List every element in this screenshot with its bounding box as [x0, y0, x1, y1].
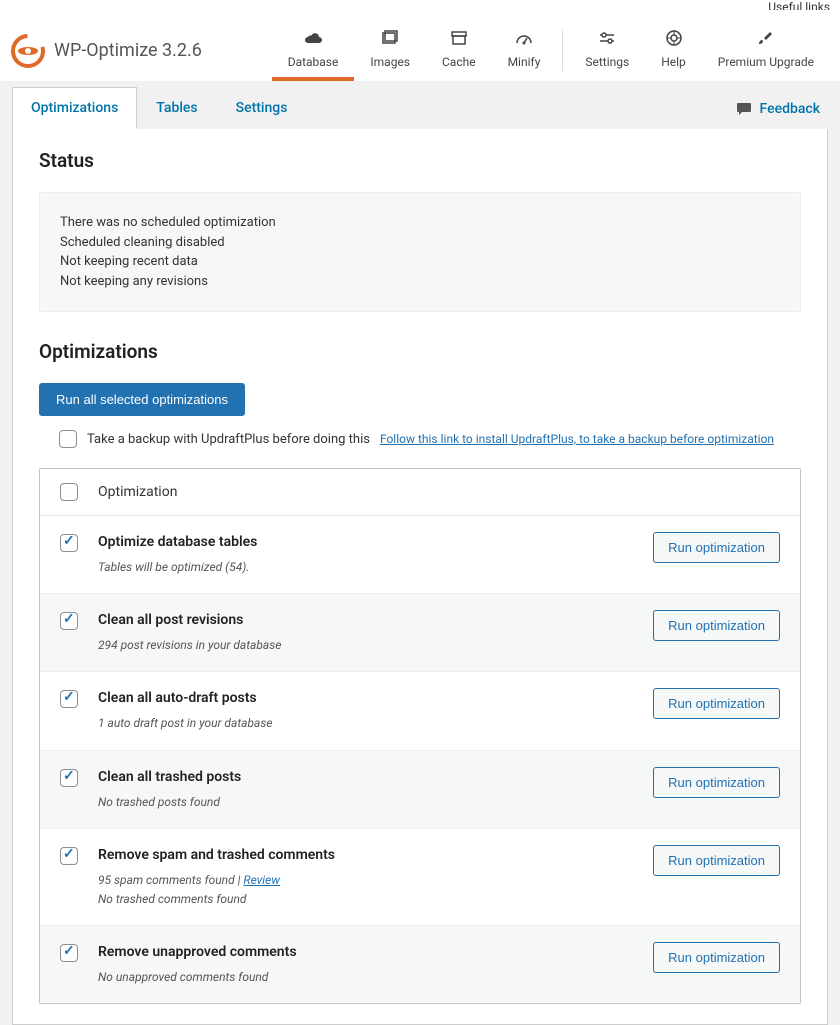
row-title: Remove spam and trashed comments [98, 847, 633, 863]
table-row: Clean all trashed posts No trashed posts… [40, 751, 800, 829]
table-row: Remove spam and trashed comments 95 spam… [40, 829, 800, 926]
row-checkbox[interactable] [60, 534, 78, 552]
run-optimization-button[interactable]: Run optimization [653, 688, 780, 719]
row-title: Clean all auto-draft posts [98, 690, 633, 706]
row-desc: 95 spam comments found | Review [98, 871, 633, 890]
run-optimization-button[interactable]: Run optimization [653, 845, 780, 876]
status-line: Not keeping any revisions [60, 272, 780, 292]
brand: WP-Optimize 3.2.6 [10, 33, 202, 69]
nav-tab-premium[interactable]: Premium Upgrade [702, 20, 830, 81]
nav-separator [562, 30, 563, 71]
row-checkbox[interactable] [60, 944, 78, 962]
row-desc: Tables will be optimized (54). [98, 558, 633, 577]
row-checkbox[interactable] [60, 769, 78, 787]
header-label: Optimization [98, 484, 177, 500]
nav-tab-help[interactable]: Help [645, 20, 702, 81]
run-optimization-button[interactable]: Run optimization [653, 532, 780, 563]
status-heading: Status [39, 149, 801, 172]
table-row: Clean all post revisions 294 post revisi… [40, 594, 800, 672]
sub-tab-optimizations[interactable]: Optimizations [12, 87, 137, 129]
optimizations-heading: Optimizations [39, 340, 801, 363]
feedback-link[interactable]: Feedback [728, 89, 828, 129]
archive-icon [449, 30, 469, 51]
status-line: Scheduled cleaning disabled [60, 233, 780, 253]
brand-title: WP-Optimize 3.2.6 [54, 40, 202, 61]
review-link[interactable]: Review [243, 873, 280, 887]
images-icon [380, 30, 400, 51]
run-optimization-button[interactable]: Run optimization [653, 942, 780, 973]
nav-tab-cache[interactable]: Cache [426, 20, 492, 81]
row-checkbox[interactable] [60, 847, 78, 865]
sub-tab-tables[interactable]: Tables [137, 87, 216, 129]
table-row: Clean all auto-draft posts 1 auto draft … [40, 672, 800, 750]
run-optimization-button[interactable]: Run optimization [653, 610, 780, 641]
sub-tabs: Optimizations Tables Settings Feedback [0, 87, 840, 129]
nav-tab-images[interactable]: Images [354, 20, 426, 81]
row-checkbox[interactable] [60, 690, 78, 708]
status-line: There was no scheduled optimization [60, 213, 780, 233]
status-line: Not keeping recent data [60, 252, 780, 272]
row-title: Optimize database tables [98, 534, 633, 550]
select-all-checkbox[interactable] [60, 483, 78, 501]
sub-tab-settings[interactable]: Settings [217, 87, 307, 129]
backup-link[interactable]: Follow this link to install UpdraftPlus,… [380, 432, 774, 446]
row-desc: No unapproved comments found [98, 968, 633, 987]
row-title: Clean all trashed posts [98, 769, 633, 785]
cloud-icon [303, 30, 323, 51]
sliders-icon [597, 30, 617, 51]
run-all-button[interactable]: Run all selected optimizations [39, 383, 245, 416]
row-title: Clean all post revisions [98, 612, 633, 628]
header: WP-Optimize 3.2.6 Database Images Cache … [0, 10, 840, 81]
help-icon [664, 30, 684, 51]
row-title: Remove unapproved comments [98, 944, 633, 960]
status-box: There was no scheduled optimization Sche… [39, 192, 801, 312]
backup-row: Take a backup with UpdraftPlus before do… [59, 430, 801, 448]
table-header: Optimization [40, 469, 800, 516]
backup-label: Take a backup with UpdraftPlus before do… [87, 432, 370, 447]
brush-icon [756, 30, 776, 51]
gauge-icon [514, 30, 534, 51]
row-desc: 1 auto draft post in your database [98, 714, 633, 733]
table-row: Remove unapproved comments No unapproved… [40, 926, 800, 1003]
top-links-bar: Useful links [0, 0, 840, 10]
row-desc: No trashed comments found [98, 890, 633, 909]
run-optimization-button[interactable]: Run optimization [653, 767, 780, 798]
optimizations-table: Optimization Optimize database tables Ta… [39, 468, 801, 1004]
backup-checkbox[interactable] [59, 430, 77, 448]
nav-tab-database[interactable]: Database [272, 20, 355, 81]
table-row: Optimize database tables Tables will be … [40, 516, 800, 594]
nav-tab-minify[interactable]: Minify [492, 20, 557, 81]
comment-icon [736, 102, 752, 116]
main-nav: Database Images Cache Minify Settings [272, 20, 830, 81]
row-desc: 294 post revisions in your database [98, 636, 633, 655]
row-checkbox[interactable] [60, 612, 78, 630]
content: Status There was no scheduled optimizati… [12, 129, 828, 1025]
nav-tab-settings[interactable]: Settings [569, 20, 645, 81]
row-desc: No trashed posts found [98, 793, 633, 812]
wpoptimize-logo-icon [10, 33, 46, 69]
